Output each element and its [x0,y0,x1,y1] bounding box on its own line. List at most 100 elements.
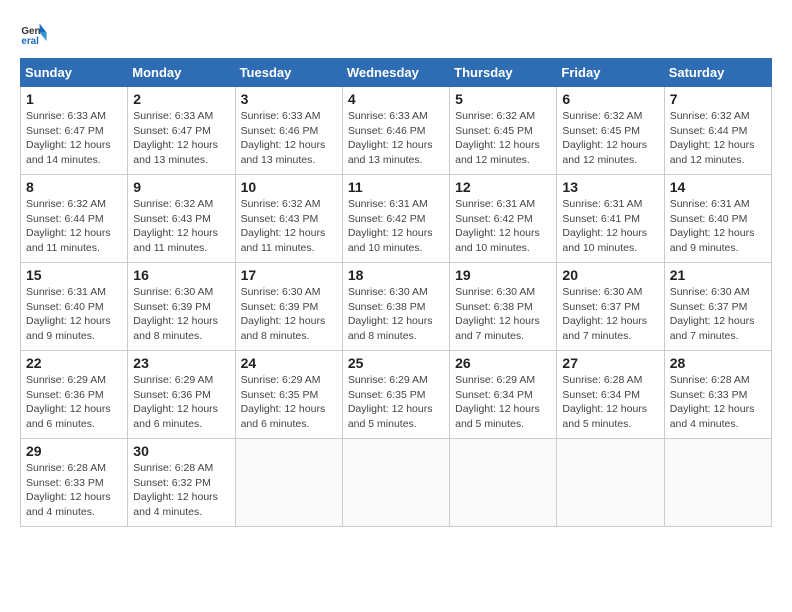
day-detail: Sunrise: 6:30 AMSunset: 6:37 PMDaylight:… [670,286,755,342]
calendar-cell: 2 Sunrise: 6:33 AMSunset: 6:47 PMDayligh… [128,87,235,175]
day-number: 15 [26,267,122,283]
day-number: 7 [670,91,766,107]
calendar-cell: 28 Sunrise: 6:28 AMSunset: 6:33 PMDaylig… [664,351,771,439]
day-number: 18 [348,267,444,283]
day-detail: Sunrise: 6:32 AMSunset: 6:45 PMDaylight:… [562,110,647,166]
day-number: 26 [455,355,551,371]
calendar-cell: 5 Sunrise: 6:32 AMSunset: 6:45 PMDayligh… [450,87,557,175]
column-header-wednesday: Wednesday [342,59,449,87]
day-detail: Sunrise: 6:31 AMSunset: 6:40 PMDaylight:… [26,286,111,342]
column-header-friday: Friday [557,59,664,87]
day-number: 19 [455,267,551,283]
calendar-cell: 21 Sunrise: 6:30 AMSunset: 6:37 PMDaylig… [664,263,771,351]
calendar-week-5: 29 Sunrise: 6:28 AMSunset: 6:33 PMDaylig… [21,439,772,527]
day-detail: Sunrise: 6:31 AMSunset: 6:41 PMDaylight:… [562,198,647,254]
column-header-sunday: Sunday [21,59,128,87]
calendar-cell: 22 Sunrise: 6:29 AMSunset: 6:36 PMDaylig… [21,351,128,439]
day-number: 20 [562,267,658,283]
day-detail: Sunrise: 6:30 AMSunset: 6:38 PMDaylight:… [348,286,433,342]
day-detail: Sunrise: 6:33 AMSunset: 6:46 PMDaylight:… [348,110,433,166]
day-detail: Sunrise: 6:30 AMSunset: 6:38 PMDaylight:… [455,286,540,342]
calendar-cell: 3 Sunrise: 6:33 AMSunset: 6:46 PMDayligh… [235,87,342,175]
calendar-cell [342,439,449,527]
day-detail: Sunrise: 6:33 AMSunset: 6:47 PMDaylight:… [133,110,218,166]
calendar-cell: 10 Sunrise: 6:32 AMSunset: 6:43 PMDaylig… [235,175,342,263]
day-detail: Sunrise: 6:29 AMSunset: 6:35 PMDaylight:… [348,374,433,430]
calendar-cell: 29 Sunrise: 6:28 AMSunset: 6:33 PMDaylig… [21,439,128,527]
calendar-cell: 9 Sunrise: 6:32 AMSunset: 6:43 PMDayligh… [128,175,235,263]
day-detail: Sunrise: 6:28 AMSunset: 6:34 PMDaylight:… [562,374,647,430]
calendar-cell [235,439,342,527]
calendar-cell: 27 Sunrise: 6:28 AMSunset: 6:34 PMDaylig… [557,351,664,439]
day-number: 2 [133,91,229,107]
day-number: 13 [562,179,658,195]
calendar-cell: 15 Sunrise: 6:31 AMSunset: 6:40 PMDaylig… [21,263,128,351]
day-number: 4 [348,91,444,107]
calendar-cell [557,439,664,527]
day-number: 12 [455,179,551,195]
calendar-cell: 8 Sunrise: 6:32 AMSunset: 6:44 PMDayligh… [21,175,128,263]
day-number: 16 [133,267,229,283]
calendar-cell: 24 Sunrise: 6:29 AMSunset: 6:35 PMDaylig… [235,351,342,439]
calendar-week-4: 22 Sunrise: 6:29 AMSunset: 6:36 PMDaylig… [21,351,772,439]
calendar-week-3: 15 Sunrise: 6:31 AMSunset: 6:40 PMDaylig… [21,263,772,351]
day-detail: Sunrise: 6:30 AMSunset: 6:39 PMDaylight:… [241,286,326,342]
calendar-week-2: 8 Sunrise: 6:32 AMSunset: 6:44 PMDayligh… [21,175,772,263]
day-detail: Sunrise: 6:32 AMSunset: 6:43 PMDaylight:… [241,198,326,254]
day-number: 22 [26,355,122,371]
calendar-cell: 19 Sunrise: 6:30 AMSunset: 6:38 PMDaylig… [450,263,557,351]
day-number: 29 [26,443,122,459]
day-number: 1 [26,91,122,107]
day-detail: Sunrise: 6:32 AMSunset: 6:45 PMDaylight:… [455,110,540,166]
day-number: 28 [670,355,766,371]
calendar-cell: 14 Sunrise: 6:31 AMSunset: 6:40 PMDaylig… [664,175,771,263]
day-detail: Sunrise: 6:32 AMSunset: 6:43 PMDaylight:… [133,198,218,254]
day-detail: Sunrise: 6:33 AMSunset: 6:46 PMDaylight:… [241,110,326,166]
day-number: 3 [241,91,337,107]
day-detail: Sunrise: 6:29 AMSunset: 6:36 PMDaylight:… [26,374,111,430]
day-detail: Sunrise: 6:32 AMSunset: 6:44 PMDaylight:… [26,198,111,254]
header: Gen eral [20,20,772,48]
day-number: 30 [133,443,229,459]
day-detail: Sunrise: 6:32 AMSunset: 6:44 PMDaylight:… [670,110,755,166]
day-detail: Sunrise: 6:29 AMSunset: 6:36 PMDaylight:… [133,374,218,430]
day-number: 11 [348,179,444,195]
calendar-cell: 18 Sunrise: 6:30 AMSunset: 6:38 PMDaylig… [342,263,449,351]
day-detail: Sunrise: 6:29 AMSunset: 6:35 PMDaylight:… [241,374,326,430]
calendar-cell: 16 Sunrise: 6:30 AMSunset: 6:39 PMDaylig… [128,263,235,351]
calendar-cell: 11 Sunrise: 6:31 AMSunset: 6:42 PMDaylig… [342,175,449,263]
calendar-cell: 17 Sunrise: 6:30 AMSunset: 6:39 PMDaylig… [235,263,342,351]
day-number: 5 [455,91,551,107]
day-number: 14 [670,179,766,195]
day-detail: Sunrise: 6:31 AMSunset: 6:42 PMDaylight:… [348,198,433,254]
calendar-cell: 26 Sunrise: 6:29 AMSunset: 6:34 PMDaylig… [450,351,557,439]
calendar-cell: 7 Sunrise: 6:32 AMSunset: 6:44 PMDayligh… [664,87,771,175]
column-header-tuesday: Tuesday [235,59,342,87]
calendar-cell [450,439,557,527]
calendar-cell: 13 Sunrise: 6:31 AMSunset: 6:41 PMDaylig… [557,175,664,263]
day-detail: Sunrise: 6:28 AMSunset: 6:32 PMDaylight:… [133,462,218,518]
calendar-body: 1 Sunrise: 6:33 AMSunset: 6:47 PMDayligh… [21,87,772,527]
calendar-cell: 25 Sunrise: 6:29 AMSunset: 6:35 PMDaylig… [342,351,449,439]
day-number: 6 [562,91,658,107]
day-detail: Sunrise: 6:29 AMSunset: 6:34 PMDaylight:… [455,374,540,430]
calendar-cell: 1 Sunrise: 6:33 AMSunset: 6:47 PMDayligh… [21,87,128,175]
day-detail: Sunrise: 6:30 AMSunset: 6:39 PMDaylight:… [133,286,218,342]
calendar-cell: 4 Sunrise: 6:33 AMSunset: 6:46 PMDayligh… [342,87,449,175]
day-number: 24 [241,355,337,371]
day-number: 25 [348,355,444,371]
calendar-header-row: SundayMondayTuesdayWednesdayThursdayFrid… [21,59,772,87]
day-number: 9 [133,179,229,195]
day-detail: Sunrise: 6:28 AMSunset: 6:33 PMDaylight:… [670,374,755,430]
calendar-cell: 6 Sunrise: 6:32 AMSunset: 6:45 PMDayligh… [557,87,664,175]
calendar-cell: 12 Sunrise: 6:31 AMSunset: 6:42 PMDaylig… [450,175,557,263]
logo-icon: Gen eral [20,20,48,48]
calendar-cell: 20 Sunrise: 6:30 AMSunset: 6:37 PMDaylig… [557,263,664,351]
day-detail: Sunrise: 6:30 AMSunset: 6:37 PMDaylight:… [562,286,647,342]
day-number: 17 [241,267,337,283]
day-number: 8 [26,179,122,195]
calendar-cell: 23 Sunrise: 6:29 AMSunset: 6:36 PMDaylig… [128,351,235,439]
column-header-saturday: Saturday [664,59,771,87]
calendar-cell [664,439,771,527]
calendar-table: SundayMondayTuesdayWednesdayThursdayFrid… [20,58,772,527]
